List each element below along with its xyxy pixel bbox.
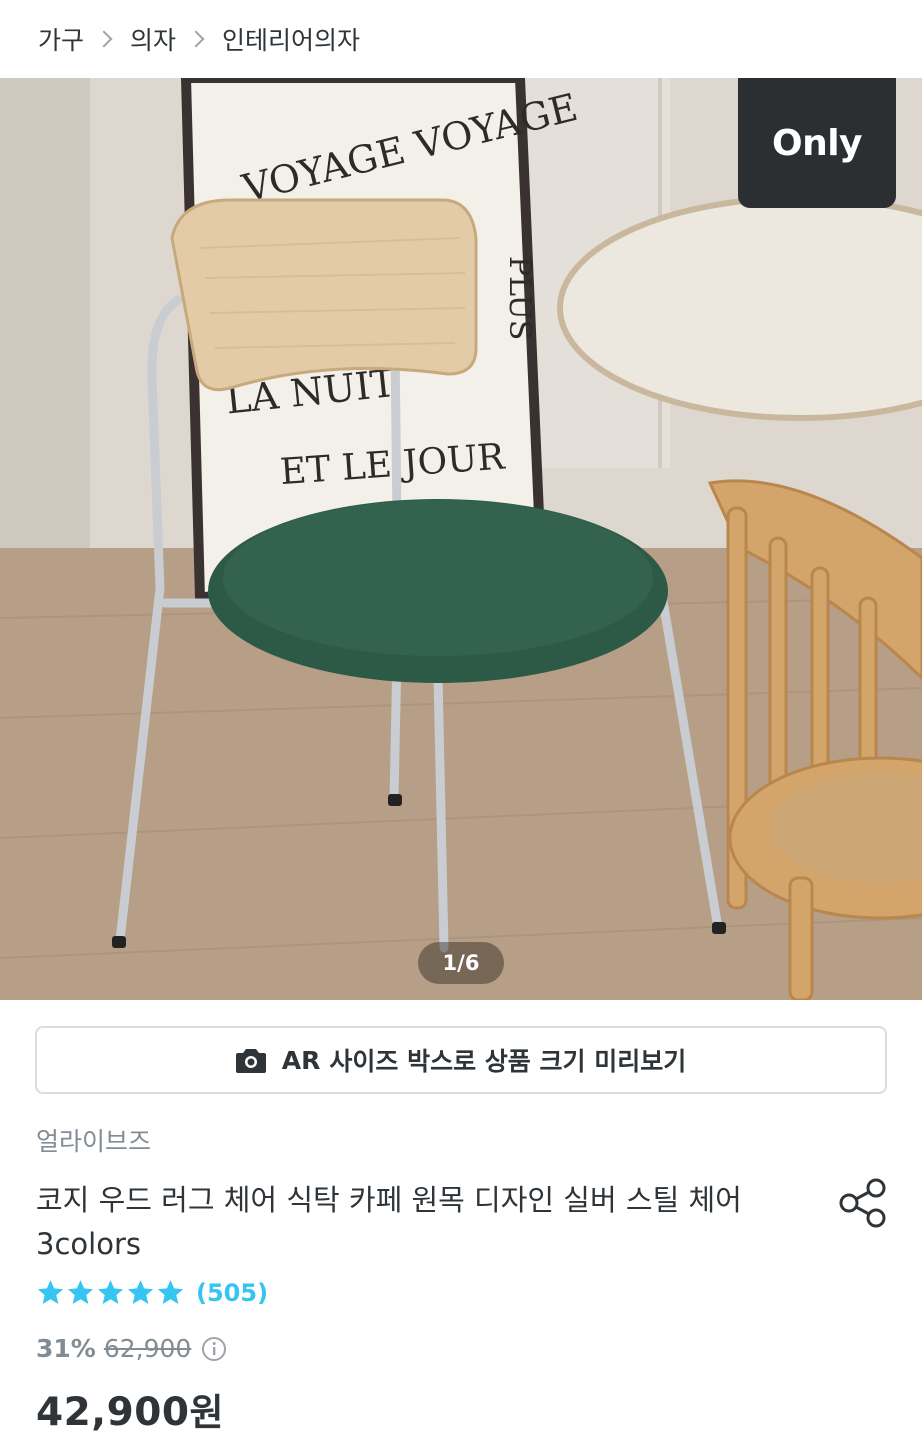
star-icon <box>127 1280 154 1304</box>
original-price: 62,900 <box>103 1334 192 1363</box>
product-image-carousel[interactable]: VOYAGE VOYAGE PLUS LA NUIT ET LE JOUR On… <box>0 78 922 1000</box>
review-count[interactable]: (505) <box>196 1279 268 1307</box>
rating[interactable]: (505) <box>36 1278 268 1307</box>
info-icon[interactable] <box>201 1336 227 1362</box>
chevron-right-icon <box>187 30 205 48</box>
star-icon <box>37 1280 64 1304</box>
ar-label: 사이즈 박스로 상품 크기 미리보기 <box>329 1047 687 1076</box>
star-icon <box>67 1280 94 1304</box>
breadcrumb-item-furniture[interactable]: 가구 <box>38 21 84 57</box>
camera-icon <box>235 1049 266 1073</box>
product-title: 코지 우드 러그 체어 식탁 카페 원목 디자인 실버 스틸 체어 3color… <box>36 1183 742 1261</box>
price-original-row: 31% 62,900 <box>36 1334 227 1363</box>
breadcrumb-item-chair[interactable]: 의자 <box>130 21 176 57</box>
currency: 원 <box>189 1391 225 1434</box>
share-icon[interactable] <box>836 1176 890 1230</box>
sale-price-value: 42,900 <box>36 1390 190 1435</box>
ar-size-preview-button[interactable]: AR 사이즈 박스로 상품 크기 미리보기 <box>35 1026 887 1094</box>
star-rating <box>36 1278 186 1307</box>
breadcrumb: 가구 의자 인테리어의자 <box>38 0 360 78</box>
discount-rate: 31% <box>36 1334 96 1363</box>
poster-text-plus: PLUS <box>502 256 537 340</box>
brand-name[interactable]: 얼라이브즈 <box>36 1122 151 1158</box>
product-photo: VOYAGE VOYAGE PLUS LA NUIT ET LE JOUR <box>0 78 922 1000</box>
star-icon <box>97 1280 124 1304</box>
chevron-right-icon <box>95 30 113 48</box>
ar-prefix: AR <box>281 1045 321 1075</box>
star-icon <box>157 1280 184 1304</box>
only-badge: Only <box>738 78 896 208</box>
image-counter: 1/6 <box>418 942 504 984</box>
breadcrumb-item-interior-chair[interactable]: 인테리어의자 <box>222 21 360 57</box>
sale-price: 42,900원 <box>36 1382 224 1436</box>
